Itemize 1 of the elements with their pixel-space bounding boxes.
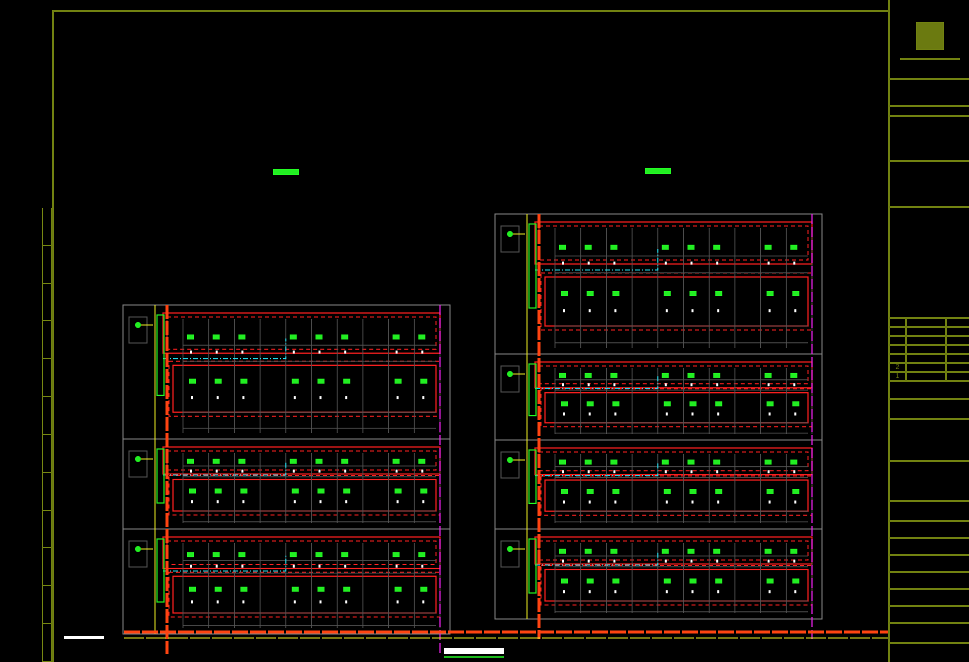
logo-icon xyxy=(916,22,944,50)
